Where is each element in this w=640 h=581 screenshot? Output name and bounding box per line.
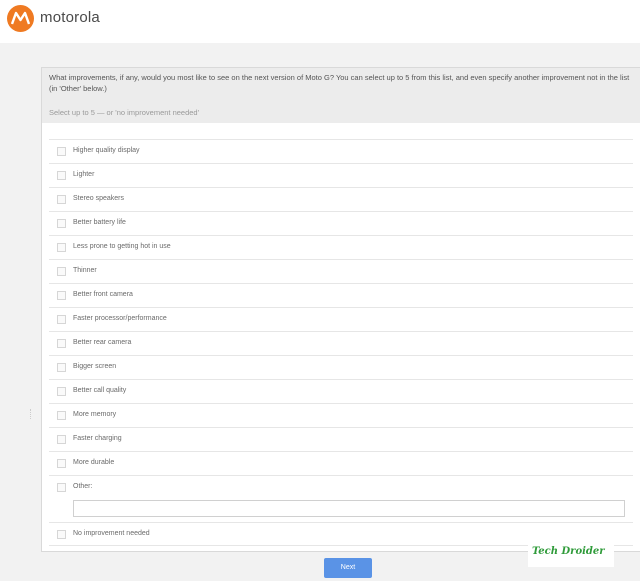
checkbox[interactable] xyxy=(57,339,66,348)
top-bar: motorola xyxy=(0,0,640,43)
survey-panel: What improvements, if any, would you mos… xyxy=(41,67,640,552)
checkbox[interactable] xyxy=(57,291,66,300)
option-label: Higher quality display xyxy=(73,147,140,154)
checkbox[interactable] xyxy=(57,411,66,420)
list-item[interactable]: Faster processor/performance xyxy=(49,307,633,331)
no-improvement-checkbox[interactable] xyxy=(57,530,66,539)
option-label: Faster processor/performance xyxy=(73,315,167,322)
list-item[interactable]: Stereo speakers xyxy=(49,187,633,211)
options-list: Higher quality display Lighter Stereo sp… xyxy=(49,139,633,546)
option-label: More durable xyxy=(73,459,115,466)
list-item[interactable]: Better front camera xyxy=(49,283,633,307)
list-item[interactable]: More durable xyxy=(49,451,633,475)
checkbox[interactable] xyxy=(57,219,66,228)
checkbox[interactable] xyxy=(57,435,66,444)
checkbox[interactable] xyxy=(57,315,66,324)
question-header: What improvements, if any, would you mos… xyxy=(42,68,640,123)
brand-name: motorola xyxy=(40,9,100,26)
list-item[interactable]: Higher quality display xyxy=(49,139,633,163)
selection-hint: Select up to 5 — or 'no improvement need… xyxy=(49,108,200,117)
checkbox[interactable] xyxy=(57,387,66,396)
motorola-logo-icon[interactable] xyxy=(7,5,34,32)
option-label: Stereo speakers xyxy=(73,195,124,202)
checkbox[interactable] xyxy=(57,363,66,372)
checkbox[interactable] xyxy=(57,171,66,180)
checkbox[interactable] xyxy=(57,243,66,252)
option-label: Better call quality xyxy=(73,387,127,394)
other-text-field[interactable] xyxy=(73,500,625,517)
other-option[interactable]: Other: xyxy=(49,475,633,522)
option-label: Bigger screen xyxy=(73,363,117,370)
option-label: Lighter xyxy=(73,171,95,178)
resize-handle[interactable] xyxy=(30,409,32,419)
checkbox[interactable] xyxy=(57,195,66,204)
option-label: More memory xyxy=(73,411,117,418)
no-improvement-label: No improvement needed xyxy=(73,530,150,537)
watermark-logo: Tech Droider xyxy=(528,540,614,567)
list-item[interactable]: Better rear camera xyxy=(49,331,633,355)
option-label: Better rear camera xyxy=(73,339,132,346)
list-item[interactable]: More memory xyxy=(49,403,633,427)
checkbox[interactable] xyxy=(57,267,66,276)
other-checkbox[interactable] xyxy=(57,483,66,492)
option-label: Better front camera xyxy=(73,291,133,298)
list-item[interactable]: Lighter xyxy=(49,163,633,187)
option-label: Thinner xyxy=(73,267,97,274)
list-item[interactable]: Less prone to getting hot in use xyxy=(49,235,633,259)
list-item[interactable]: Bigger screen xyxy=(49,355,633,379)
list-item[interactable]: Better battery life xyxy=(49,211,633,235)
checkbox[interactable] xyxy=(57,147,66,156)
option-label: Faster charging xyxy=(73,435,122,442)
watermark-text: Tech Droider xyxy=(532,546,605,557)
other-label: Other: xyxy=(73,483,93,490)
list-item[interactable]: Faster charging xyxy=(49,427,633,451)
option-label: Less prone to getting hot in use xyxy=(73,243,171,250)
next-button[interactable]: Next xyxy=(324,558,372,578)
list-item[interactable]: Better call quality xyxy=(49,379,633,403)
checkbox[interactable] xyxy=(57,459,66,468)
list-item[interactable]: Thinner xyxy=(49,259,633,283)
option-label: Better battery life xyxy=(73,219,126,226)
question-text: What improvements, if any, would you mos… xyxy=(49,73,630,93)
